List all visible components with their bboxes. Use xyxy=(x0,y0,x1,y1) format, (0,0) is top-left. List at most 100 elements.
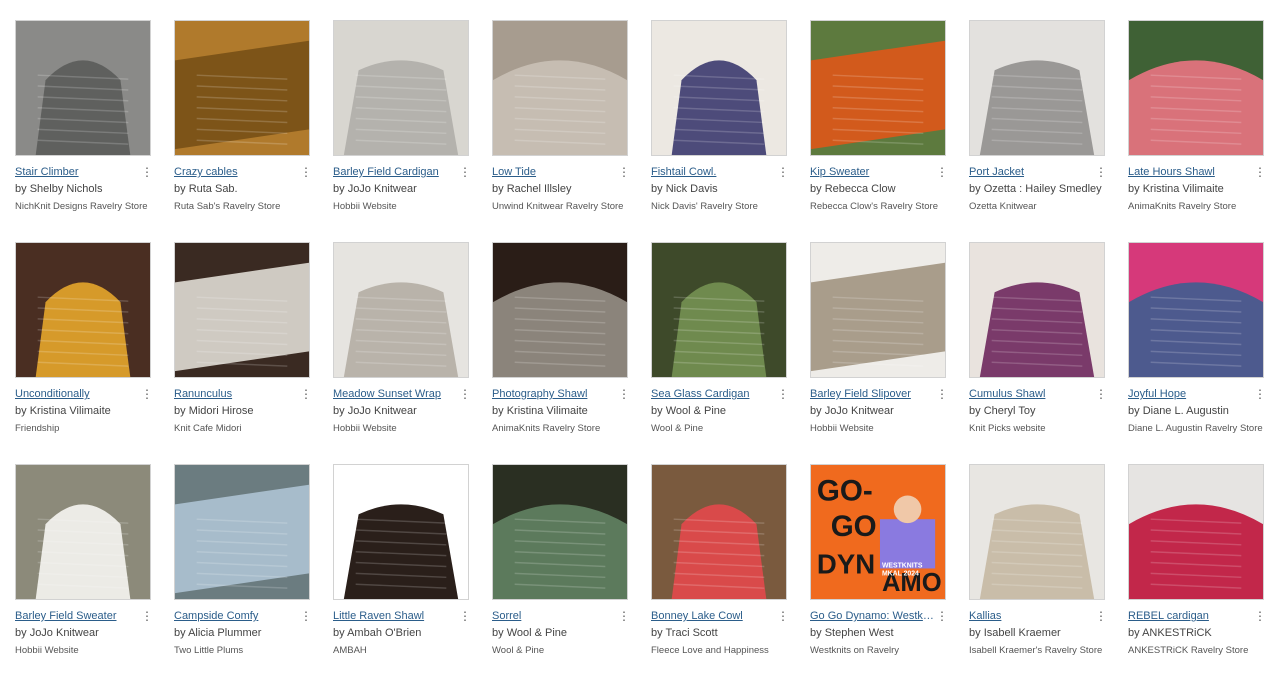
pattern-title-link[interactable]: Go Go Dynamo: Westknits MKAL 2024 xyxy=(810,609,934,623)
pattern-thumbnail[interactable] xyxy=(174,20,310,156)
more-options-icon[interactable]: ⋮ xyxy=(141,609,153,623)
pattern-title-link[interactable]: Bonney Lake Cowl xyxy=(651,609,775,623)
pattern-thumbnail[interactable] xyxy=(333,464,469,600)
pattern-card[interactable]: Photography Shawl ⋮ by Kristina Vilimaite A… xyxy=(492,242,642,442)
more-options-icon[interactable]: ⋮ xyxy=(618,387,630,401)
more-options-icon[interactable]: ⋮ xyxy=(618,165,630,179)
more-options-icon[interactable]: ⋮ xyxy=(300,609,312,623)
pattern-card[interactable]: Fishtail Cowl. ⋮ by Nick Davis Nick Davis' … xyxy=(651,20,801,220)
pattern-source-link[interactable]: Wool & Pine xyxy=(651,422,787,435)
pattern-title-link[interactable]: Sorrel xyxy=(492,609,616,623)
pattern-thumbnail[interactable] xyxy=(969,242,1105,378)
pattern-card[interactable]: Ranunculus ⋮ by Midori Hirose Knit Cafe Mid… xyxy=(174,242,324,442)
pattern-title-link[interactable]: Joyful Hope xyxy=(1128,387,1252,401)
pattern-thumbnail[interactable] xyxy=(15,242,151,378)
pattern-card[interactable]: Little Raven Shawl ⋮ by Ambah O'Brien AMBAH xyxy=(333,464,483,664)
pattern-source-link[interactable]: Friendship xyxy=(15,422,151,435)
pattern-thumbnail[interactable] xyxy=(492,20,628,156)
pattern-title-link[interactable]: Late Hours Shawl xyxy=(1128,165,1252,179)
pattern-title-link[interactable]: REBEL cardigan xyxy=(1128,609,1252,623)
designer-name-link[interactable]: ANKESTRiCK xyxy=(1142,627,1212,639)
pattern-title-link[interactable]: Barley Field Slipover xyxy=(810,387,934,401)
pattern-card[interactable]: Unconditionally ⋮ by Kristina Vilimaite Fri… xyxy=(15,242,165,442)
pattern-source-link[interactable]: Fleece Love and Happiness xyxy=(651,644,787,657)
designer-name-link[interactable]: JoJo Knitwear xyxy=(30,627,99,639)
more-options-icon[interactable]: ⋮ xyxy=(777,165,789,179)
pattern-thumbnail[interactable] xyxy=(333,242,469,378)
pattern-card[interactable]: Campside Comfy ⋮ by Alicia Plummer Two Litt… xyxy=(174,464,324,664)
designer-name-link[interactable]: Traci Scott xyxy=(665,627,717,639)
designer-name-link[interactable]: Midori Hirose xyxy=(189,405,254,417)
designer-name-link[interactable]: Wool & Pine xyxy=(666,405,726,417)
more-options-icon[interactable]: ⋮ xyxy=(300,165,312,179)
pattern-title-link[interactable]: Barley Field Cardigan xyxy=(333,165,457,179)
pattern-source-link[interactable]: Hobbii Website xyxy=(333,422,469,435)
pattern-source-link[interactable]: Westknits on Ravelry xyxy=(810,644,946,657)
pattern-thumbnail[interactable] xyxy=(174,464,310,600)
pattern-card[interactable]: Bonney Lake Cowl ⋮ by Traci Scott Fleece Lo… xyxy=(651,464,801,664)
more-options-icon[interactable]: ⋮ xyxy=(777,387,789,401)
pattern-source-link[interactable]: Isabell Kraemer's Ravelry Store xyxy=(969,644,1105,657)
pattern-source-link[interactable]: Hobbii Website xyxy=(15,644,151,657)
pattern-card[interactable]: REBEL cardigan ⋮ by ANKESTRiCK ANKESTRiCK R… xyxy=(1128,464,1278,664)
pattern-source-link[interactable]: Hobbii Website xyxy=(333,200,469,213)
pattern-card[interactable]: Sea Glass Cardigan ⋮ by Wool & Pine Wool & … xyxy=(651,242,801,442)
pattern-thumbnail[interactable] xyxy=(810,20,946,156)
more-options-icon[interactable]: ⋮ xyxy=(459,387,471,401)
pattern-title-link[interactable]: Sea Glass Cardigan xyxy=(651,387,775,401)
pattern-card[interactable]: Barley Field Sweater ⋮ by JoJo Knitwear Hob… xyxy=(15,464,165,664)
pattern-thumbnail[interactable] xyxy=(651,20,787,156)
more-options-icon[interactable]: ⋮ xyxy=(459,609,471,623)
pattern-thumbnail[interactable] xyxy=(15,464,151,600)
pattern-thumbnail[interactable] xyxy=(1128,464,1264,600)
pattern-title-link[interactable]: Port Jacket xyxy=(969,165,1093,179)
more-options-icon[interactable]: ⋮ xyxy=(1095,165,1107,179)
pattern-source-link[interactable]: ANKESTRiCK Ravelry Store xyxy=(1128,644,1264,657)
pattern-thumbnail[interactable] xyxy=(1128,242,1264,378)
more-options-icon[interactable]: ⋮ xyxy=(1254,387,1266,401)
pattern-title-link[interactable]: Campside Comfy xyxy=(174,609,298,623)
pattern-thumbnail[interactable]: GO- GO DYN AMO WESTKNITS MKAL 2024 xyxy=(810,464,946,600)
designer-name-link[interactable]: Kristina Vilimaite xyxy=(507,405,588,417)
pattern-card[interactable]: Cumulus Shawl ⋮ by Cheryl Toy Knit Picks we… xyxy=(969,242,1119,442)
pattern-title-link[interactable]: Little Raven Shawl xyxy=(333,609,457,623)
pattern-source-link[interactable]: AnimaKnits Ravelry Store xyxy=(492,422,628,435)
designer-name-link[interactable]: JoJo Knitwear xyxy=(348,183,417,195)
designer-name-link[interactable]: Ruta Sab. xyxy=(189,183,238,195)
designer-name-link[interactable]: Alicia Plummer xyxy=(188,627,261,639)
designer-name-link[interactable]: Ambah O'Brien xyxy=(347,627,421,639)
pattern-source-link[interactable]: AMBAH xyxy=(333,644,469,657)
designer-name-link[interactable]: Rebecca Clow xyxy=(825,183,896,195)
more-options-icon[interactable]: ⋮ xyxy=(1254,165,1266,179)
more-options-icon[interactable]: ⋮ xyxy=(1254,609,1266,623)
designer-name-link[interactable]: Cheryl Toy xyxy=(984,405,1036,417)
pattern-card[interactable]: Crazy cables ⋮ by Ruta Sab. Ruta Sab's Rave… xyxy=(174,20,324,220)
designer-name-link[interactable]: Kristina Vilimaite xyxy=(30,405,111,417)
pattern-card[interactable]: Barley Field Cardigan ⋮ by JoJo Knitwear Ho… xyxy=(333,20,483,220)
designer-name-link[interactable]: Rachel Illsley xyxy=(507,183,572,195)
designer-name-link[interactable]: JoJo Knitwear xyxy=(348,405,417,417)
pattern-card[interactable]: Kallias ⋮ by Isabell Kraemer Isabell Kraeme… xyxy=(969,464,1119,664)
pattern-source-link[interactable]: Diane L. Augustin Ravelry Store xyxy=(1128,422,1264,435)
designer-name-link[interactable]: Ozetta : Hailey Smedley xyxy=(984,183,1102,195)
designer-name-link[interactable]: Isabell Kraemer xyxy=(984,627,1061,639)
pattern-thumbnail[interactable] xyxy=(969,20,1105,156)
pattern-card[interactable]: Meadow Sunset Wrap ⋮ by JoJo Knitwear Hobbi… xyxy=(333,242,483,442)
designer-name-link[interactable]: Kristina Vilimaite xyxy=(1143,183,1224,195)
pattern-card[interactable]: Barley Field Slipover ⋮ by JoJo Knitwear Ho… xyxy=(810,242,960,442)
pattern-title-link[interactable]: Photography Shawl xyxy=(492,387,616,401)
pattern-title-link[interactable]: Barley Field Sweater xyxy=(15,609,139,623)
pattern-source-link[interactable]: Two Little Plums xyxy=(174,644,310,657)
more-options-icon[interactable]: ⋮ xyxy=(777,609,789,623)
pattern-title-link[interactable]: Ranunculus xyxy=(174,387,298,401)
pattern-thumbnail[interactable] xyxy=(333,20,469,156)
pattern-source-link[interactable]: NichKnit Designs Ravelry Store xyxy=(15,200,151,213)
pattern-source-link[interactable]: Wool & Pine xyxy=(492,644,628,657)
more-options-icon[interactable]: ⋮ xyxy=(300,387,312,401)
pattern-source-link[interactable]: Rebecca Clow's Ravelry Store xyxy=(810,200,946,213)
pattern-card[interactable]: Late Hours Shawl ⋮ by Kristina Vilimaite An… xyxy=(1128,20,1278,220)
pattern-card[interactable]: Kip Sweater ⋮ by Rebecca Clow Rebecca Clow'… xyxy=(810,20,960,220)
pattern-source-link[interactable]: Knit Picks website xyxy=(969,422,1105,435)
pattern-thumbnail[interactable] xyxy=(1128,20,1264,156)
pattern-card[interactable]: Port Jacket ⋮ by Ozetta : Hailey Smedley Oz… xyxy=(969,20,1119,220)
